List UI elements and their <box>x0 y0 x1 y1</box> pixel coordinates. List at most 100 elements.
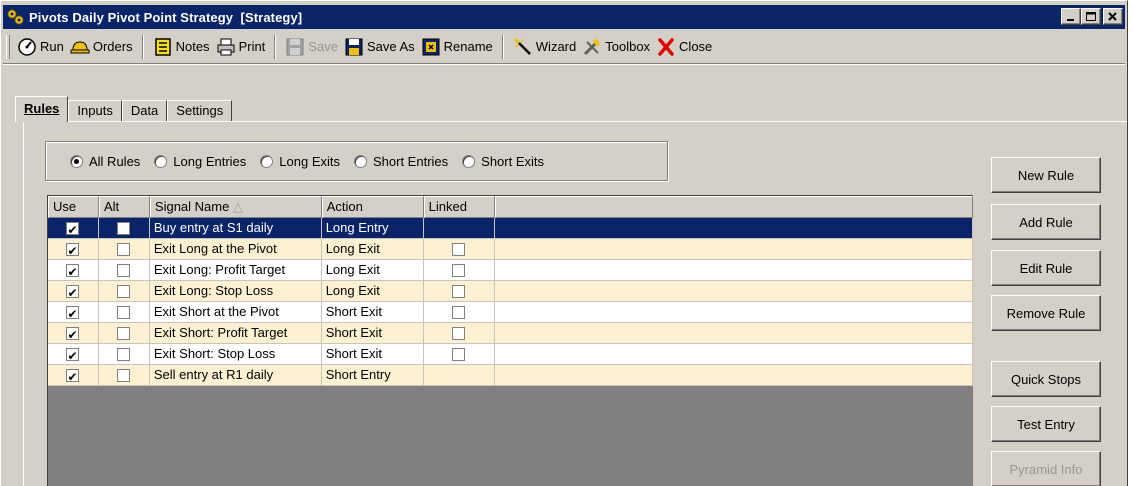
use-checkbox[interactable] <box>66 304 80 322</box>
use-checkbox[interactable] <box>66 325 80 343</box>
table-row[interactable]: Exit Long: Stop LossLong Exit <box>48 281 973 302</box>
toolbar-separator <box>141 34 144 59</box>
rename-button[interactable]: Rename <box>418 34 496 60</box>
run-button[interactable]: Run <box>14 34 67 60</box>
column-header-use[interactable]: Use <box>48 196 99 218</box>
radio-all-rules[interactable]: All Rules <box>70 154 140 169</box>
table-row[interactable]: Exit Short at the PivotShort Exit <box>48 302 973 323</box>
cell-action[interactable]: Long Exit <box>321 260 424 281</box>
use-checkbox[interactable] <box>66 241 80 259</box>
toolbar-grip[interactable] <box>6 34 10 59</box>
cell-use <box>48 302 99 323</box>
use-checkbox[interactable] <box>66 367 80 385</box>
column-header-signal-name[interactable]: Signal Name △ <box>149 196 322 218</box>
add-rule-button[interactable]: Add Rule <box>991 204 1101 240</box>
save-as-button[interactable]: Save As <box>341 34 418 60</box>
alt-checkbox[interactable] <box>117 305 131 319</box>
cell-action[interactable]: Long Entry <box>321 218 424 239</box>
radio-short-exits[interactable]: Short Exits <box>462 154 544 169</box>
close-window-button[interactable] <box>1103 8 1123 25</box>
tab-inputs[interactable]: Inputs <box>68 100 122 122</box>
linked-checkbox[interactable] <box>452 305 466 319</box>
cell-signal-name[interactable]: Buy entry at S1 daily <box>149 218 322 239</box>
radio-long-entries[interactable]: Long Entries <box>154 154 246 169</box>
table-row[interactable]: Exit Long: Profit TargetLong Exit <box>48 260 973 281</box>
use-checkbox[interactable] <box>66 262 80 280</box>
cell-signal-name[interactable]: Exit Short: Stop Loss <box>149 344 322 365</box>
gears-icon <box>6 8 26 26</box>
alt-checkbox[interactable] <box>117 284 131 298</box>
pyramid-info-button[interactable]: Pyramid Info <box>991 451 1101 486</box>
radio-label: All Rules <box>89 153 141 169</box>
table-row[interactable]: Buy entry at S1 dailyLong Entry <box>48 218 973 239</box>
cell-action[interactable]: Long Exit <box>321 281 424 302</box>
cell-signal-name[interactable]: Exit Long: Stop Loss <box>149 281 322 302</box>
orders-button[interactable]: Orders <box>67 34 136 60</box>
tab-data[interactable]: Data <box>121 100 168 122</box>
radio-long-exits[interactable]: Long Exits <box>260 154 340 169</box>
cell-action[interactable]: Short Exit <box>321 344 424 365</box>
toolbox-button[interactable]: Toolbox <box>579 34 653 60</box>
use-checkbox[interactable] <box>66 220 80 238</box>
column-header-alt[interactable]: Alt <box>98 196 150 218</box>
cell-filler <box>494 260 973 281</box>
quick-stops-button[interactable]: Quick Stops <box>991 361 1101 397</box>
cell-filler <box>494 365 973 386</box>
linked-checkbox[interactable] <box>452 347 466 361</box>
printer-icon <box>216 37 236 57</box>
close-label: Close <box>679 39 713 54</box>
column-header-linked[interactable]: Linked <box>423 196 495 218</box>
use-checkbox[interactable] <box>66 283 80 301</box>
cell-action[interactable]: Short Exit <box>321 323 424 344</box>
cell-alt <box>98 239 150 260</box>
wizard-button[interactable]: Wizard <box>510 34 579 60</box>
alt-checkbox[interactable] <box>117 221 131 235</box>
title-bar[interactable]: Pivots Daily Pivot Point Strategy [Strat… <box>3 5 1125 29</box>
cell-signal-name[interactable]: Exit Long: Profit Target <box>149 260 322 281</box>
use-checkbox[interactable] <box>66 346 80 364</box>
table-row[interactable]: Exit Short: Profit TargetShort Exit <box>48 323 973 344</box>
cell-use <box>48 239 99 260</box>
save-button[interactable]: Save <box>282 34 341 60</box>
radio-short-entries[interactable]: Short Entries <box>354 154 448 169</box>
alt-checkbox[interactable] <box>117 263 131 277</box>
cell-signal-name[interactable]: Exit Long at the Pivot <box>149 239 322 260</box>
cell-linked <box>423 260 495 281</box>
minimize-button[interactable] <box>1061 8 1081 25</box>
alt-checkbox[interactable] <box>117 326 131 340</box>
remove-rule-button[interactable]: Remove Rule <box>991 295 1101 331</box>
cell-signal-name[interactable]: Sell entry at R1 daily <box>149 365 322 386</box>
linked-checkbox[interactable] <box>452 326 466 340</box>
tab-settings[interactable]: Settings <box>167 100 233 122</box>
maximize-button[interactable] <box>1081 8 1101 25</box>
alt-checkbox[interactable] <box>117 368 131 382</box>
cell-action[interactable]: Short Entry <box>321 365 424 386</box>
cell-use <box>48 260 99 281</box>
cell-signal-name[interactable]: Exit Short at the Pivot <box>149 302 322 323</box>
new-rule-button[interactable]: New Rule <box>991 157 1101 193</box>
gauge-icon <box>17 37 37 57</box>
tab-rules[interactable]: Rules <box>15 96 69 122</box>
linked-checkbox[interactable] <box>452 284 466 298</box>
save-as-label: Save As <box>366 39 415 54</box>
linked-checkbox[interactable] <box>452 242 466 256</box>
linked-checkbox[interactable] <box>452 263 466 277</box>
table-row[interactable]: Sell entry at R1 dailyShort Entry <box>48 365 973 386</box>
test-entry-button[interactable]: Test Entry <box>991 406 1101 442</box>
rule-filter-group: All Rules Long Entries Long Exits Short … <box>45 141 668 181</box>
cell-use <box>48 344 99 365</box>
notes-button[interactable]: Notes <box>150 34 213 60</box>
alt-checkbox[interactable] <box>117 242 131 256</box>
cell-signal-name[interactable]: Exit Short: Profit Target <box>149 323 322 344</box>
alt-checkbox[interactable] <box>117 347 131 361</box>
edit-rule-button[interactable]: Edit Rule <box>991 250 1101 286</box>
table-row[interactable]: Exit Long at the PivotLong Exit <box>48 239 973 260</box>
cell-action[interactable]: Short Exit <box>321 302 424 323</box>
cell-action[interactable]: Long Exit <box>321 239 424 260</box>
column-header-action[interactable]: Action <box>321 196 424 218</box>
minimize-icon <box>1067 18 1074 21</box>
rules-grid[interactable]: Use Alt Signal Name △ Action Linked Buy … <box>47 195 973 486</box>
print-button[interactable]: Print <box>213 34 269 60</box>
table-row[interactable]: Exit Short: Stop LossShort Exit <box>48 344 973 365</box>
close-button[interactable]: Close <box>653 34 715 60</box>
